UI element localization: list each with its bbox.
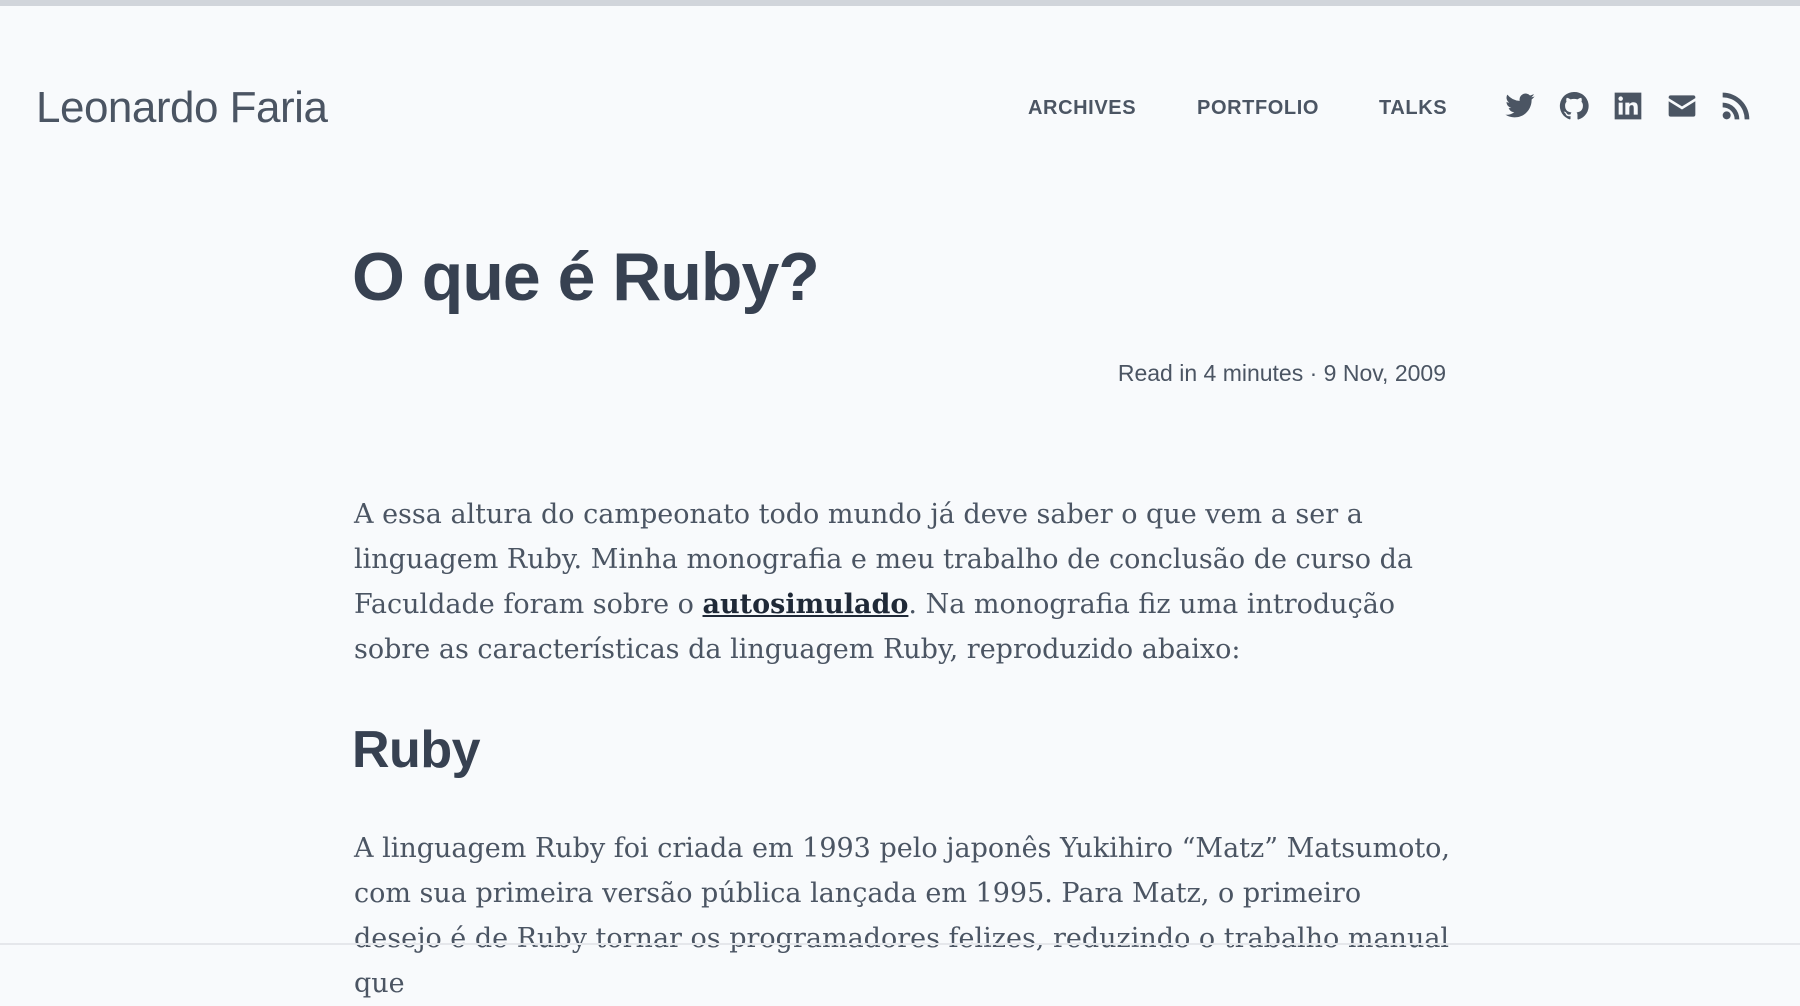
post-meta: Read in 4 minutes · 9 Nov, 2009 (1117, 360, 1446, 386)
ruby-paragraph: A linguagem Ruby foi criada em 1993 pelo… (354, 833, 1451, 999)
post-title: O que é Ruby? (352, 239, 820, 315)
nav-link-portfolio[interactable]: PORTFOLIO (1197, 94, 1319, 122)
nav-link-archives[interactable]: ARCHIVES (1028, 94, 1136, 122)
top-accent-bar (0, 0, 1800, 6)
nav-link-talks[interactable]: TALKS (1379, 94, 1447, 122)
section-heading-ruby: Ruby (352, 721, 481, 779)
rss-icon[interactable] (1720, 90, 1752, 122)
github-icon[interactable] (1558, 90, 1590, 122)
email-icon[interactable] (1666, 90, 1698, 122)
linkedin-icon[interactable] (1612, 90, 1644, 122)
twitter-icon[interactable] (1504, 90, 1536, 122)
post-content: A essa altura do campeonato todo mundo j… (354, 492, 1454, 672)
autosimulado-link[interactable]: autosimulado (703, 589, 909, 620)
intro-paragraph: A essa altura do campeonato todo mundo j… (354, 492, 1439, 672)
